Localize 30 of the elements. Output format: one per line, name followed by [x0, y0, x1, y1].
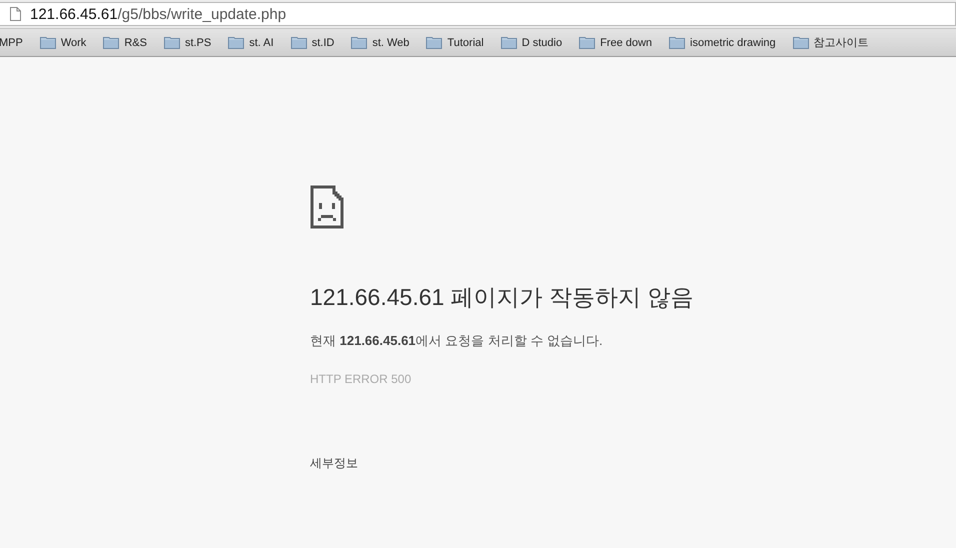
- folder-icon: [351, 36, 368, 49]
- folder-icon: [290, 36, 307, 49]
- bookmark-folder[interactable]: st. Web: [351, 36, 410, 49]
- bookmark-folder[interactable]: D studio: [500, 36, 562, 49]
- bookmark-folder[interactable]: isometric drawing: [669, 36, 776, 49]
- folder-icon: [103, 36, 120, 49]
- bookmark-folder[interactable]: Work: [40, 36, 86, 49]
- error-message: 현재 121.66.45.61에서 요청을 처리할 수 없습니다.: [310, 332, 603, 350]
- folder-icon: [426, 36, 442, 49]
- bookmark-folder[interactable]: st.PS: [164, 36, 212, 49]
- folder-icon: [669, 36, 686, 49]
- error-code: HTTP ERROR 500: [310, 372, 412, 386]
- address-field[interactable]: 121.66.45.61/g5/bbs/write_update.php: [0, 2, 956, 26]
- bookmark-folder[interactable]: st. AI: [228, 36, 274, 49]
- page-icon: [10, 7, 21, 21]
- folder-icon: [40, 36, 56, 49]
- bookmark-folder[interactable]: R&S: [103, 36, 147, 49]
- details-link[interactable]: 세부정보: [310, 455, 358, 472]
- bookmark-folder[interactable]: st.ID: [290, 36, 334, 49]
- error-heading: 121.66.45.61 페이지가 작동하지 않음: [310, 283, 694, 312]
- folder-icon: [579, 36, 596, 49]
- bookmark-link[interactable]: MPP: [0, 36, 23, 48]
- folder-icon: [164, 36, 180, 49]
- bookmark-folder[interactable]: Tutorial: [426, 36, 484, 49]
- folder-icon: [792, 36, 809, 49]
- folder-icon: [500, 36, 517, 49]
- bookmark-folder[interactable]: Free down: [579, 36, 652, 49]
- bookmark-folder[interactable]: 참고사이트: [792, 35, 869, 50]
- sad-page-icon: [310, 185, 344, 229]
- folder-icon: [228, 36, 244, 49]
